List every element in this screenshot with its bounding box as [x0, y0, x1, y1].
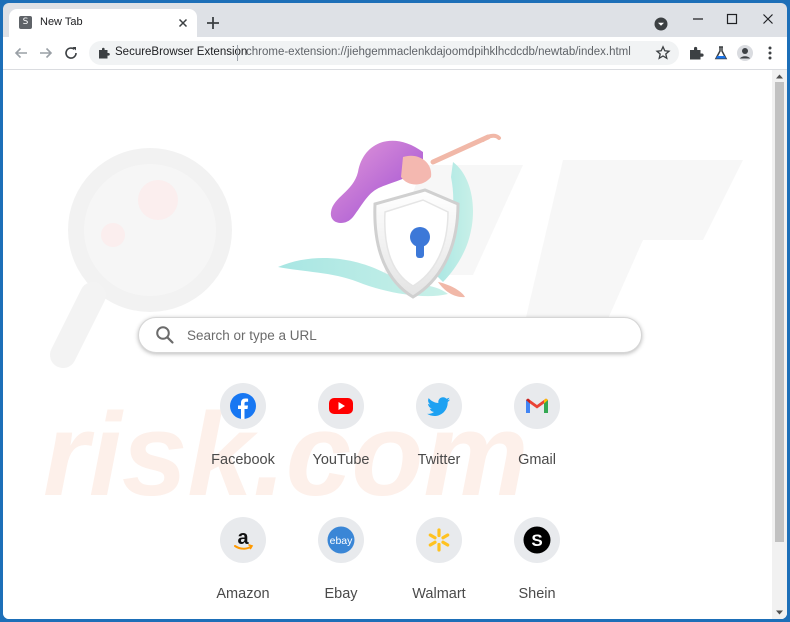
scrollbar-thumb[interactable] — [775, 82, 784, 542]
page-scrollbar[interactable] — [772, 70, 787, 619]
omnibox-divider — [237, 45, 238, 61]
maximize-icon[interactable] — [718, 9, 746, 29]
close-icon[interactable] — [175, 15, 191, 31]
svg-text:S: S — [531, 531, 542, 550]
shortcut-icon-circle: a — [220, 517, 266, 563]
shortcut-shein[interactable]: S Shein — [490, 517, 586, 617]
menu-kebab-icon[interactable] — [761, 44, 779, 62]
shortcut-label: Ebay — [324, 586, 358, 602]
shortcut-facebook[interactable]: Facebook — [196, 383, 292, 483]
shortcut-label: Gmail — [518, 452, 556, 468]
tab-search-dropdown-icon[interactable] — [654, 17, 668, 31]
shortcut-youtube[interactable]: YouTube — [294, 383, 390, 483]
shortcut-label: Amazon — [216, 586, 270, 602]
profile-avatar-icon[interactable] — [736, 44, 754, 62]
window-close-icon[interactable] — [754, 9, 782, 29]
toolbar: SecureBrowser Extension chrome-extension… — [3, 37, 787, 70]
shortcut-walmart[interactable]: Walmart — [392, 517, 488, 617]
shortcut-twitter[interactable]: Twitter — [392, 383, 488, 483]
shortcut-icon-circle: ebay — [318, 517, 364, 563]
shortcut-icon-circle: S — [514, 517, 560, 563]
search-icon — [156, 326, 174, 344]
mermaid-shield-logo — [278, 133, 501, 299]
site-origin-label: SecureBrowser Extension — [115, 46, 248, 58]
scroll-down-arrow-icon[interactable] — [775, 608, 784, 617]
shein-icon: S — [523, 526, 551, 554]
tab-title: New Tab — [40, 16, 83, 28]
tab-favicon-icon: S — [19, 16, 32, 29]
url-text[interactable]: chrome-extension://jiehgemmaclenkdajoomd… — [246, 46, 631, 58]
search-input[interactable] — [185, 323, 619, 347]
labs-flask-icon[interactable] — [712, 44, 730, 62]
shortcut-label: Twitter — [417, 452, 461, 468]
facebook-icon — [230, 393, 256, 419]
shortcut-icon-circle — [220, 383, 266, 429]
amazon-icon: a — [234, 527, 254, 550]
shortcut-label: Facebook — [211, 452, 275, 468]
svg-text:ebay: ebay — [330, 535, 354, 547]
svg-text:a: a — [237, 527, 249, 549]
search-box[interactable] — [138, 317, 642, 353]
shortcut-ebay[interactable]: ebay Ebay — [294, 517, 390, 617]
youtube-icon — [329, 398, 353, 414]
back-arrow-icon[interactable] — [12, 44, 30, 62]
new-tab-page: risk.com Search or type a URL Facebook Y… — [3, 70, 787, 619]
scroll-up-arrow-icon[interactable] — [775, 72, 784, 81]
tab-strip: S New Tab — [3, 3, 787, 37]
shortcut-gmail[interactable]: Gmail — [490, 383, 586, 483]
shortcut-icon-circle — [514, 383, 560, 429]
browser-window: S New Tab SecureBrowser Extension chrome… — [3, 3, 787, 619]
gmail-icon — [526, 398, 548, 413]
shortcut-label: Walmart — [412, 586, 466, 602]
tab-new-tab[interactable]: S New Tab — [9, 9, 197, 37]
shortcut-icon-circle — [416, 517, 462, 563]
puzzle-icon[interactable] — [97, 46, 111, 60]
bookmark-star-icon[interactable] — [655, 45, 671, 61]
shortcut-label: YouTube — [312, 452, 370, 468]
twitter-icon — [427, 397, 450, 416]
shortcut-label: Shein — [518, 586, 556, 602]
shortcut-icon-circle — [416, 383, 462, 429]
address-bar[interactable]: SecureBrowser Extension chrome-extension… — [89, 41, 679, 65]
shortcut-amazon[interactable]: a Amazon — [196, 517, 292, 617]
minimize-icon[interactable] — [684, 9, 712, 29]
shortcut-icon-circle — [318, 383, 364, 429]
extensions-puzzle-icon[interactable] — [687, 44, 705, 62]
reload-icon[interactable] — [62, 44, 80, 62]
walmart-icon — [428, 528, 450, 552]
new-tab-plus-icon[interactable] — [203, 13, 223, 33]
ebay-icon: ebay — [327, 526, 355, 554]
forward-arrow-icon[interactable] — [37, 44, 55, 62]
